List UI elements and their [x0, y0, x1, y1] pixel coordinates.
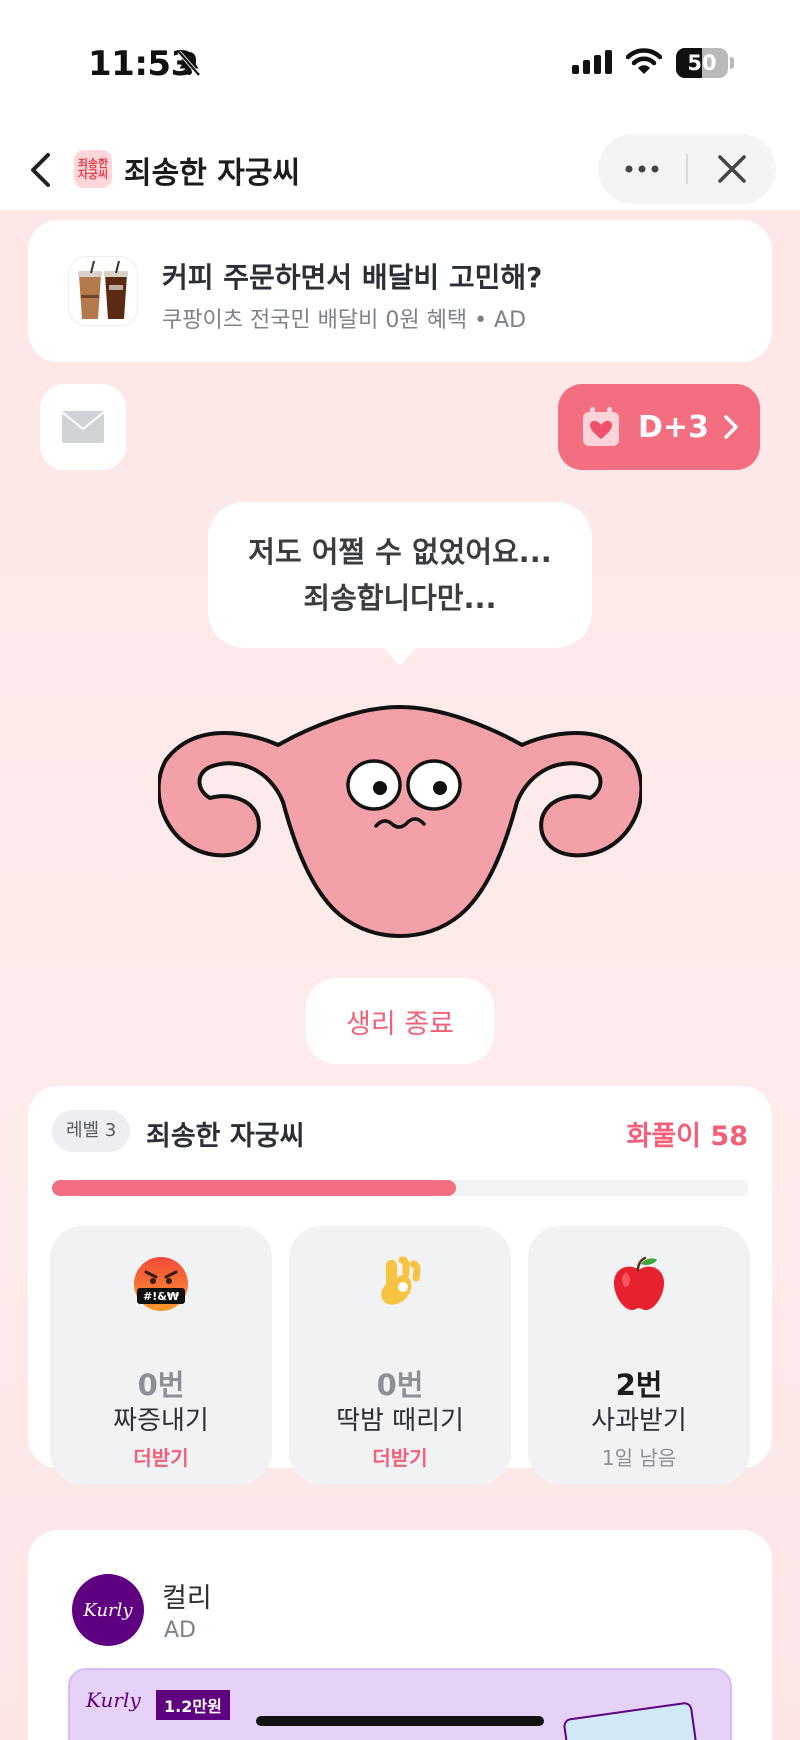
tile-name: 사과받기 [591, 1406, 687, 1436]
tile-name: 딱밤 때리기 [336, 1406, 464, 1436]
bell-muted-icon [174, 48, 204, 82]
back-button[interactable] [18, 148, 62, 192]
svg-text:#!&₩: #!&₩ [143, 1290, 179, 1303]
coffee-thumbnail [68, 256, 138, 326]
level-progress-track [52, 1180, 748, 1196]
tile-apology[interactable]: 2번 사과받기 1일 남음 [528, 1226, 750, 1484]
nav-bar: 죄송한 자궁씨 죄송한 자궁씨 [0, 130, 800, 210]
ad-subtitle: 쿠팡이츠 전국민 배달비 0원 혜택 • AD [162, 308, 527, 333]
level-badge: 레벨 3 [52, 1110, 131, 1152]
kurly-banner[interactable]: Kurly 1.2만원 [68, 1668, 732, 1740]
more-dots-icon [625, 165, 659, 173]
cellular-signal-icon [572, 50, 614, 78]
close-icon [718, 155, 746, 183]
chevron-left-icon [31, 153, 50, 187]
mail-button[interactable] [40, 384, 126, 470]
battery-percent: 50 [687, 51, 717, 75]
uterus-mascot[interactable] [158, 690, 642, 950]
end-period-button[interactable]: 생리 종료 [306, 978, 494, 1064]
speech-bubble: 저도 어쩔 수 없었어요... 죄송합니다만... [208, 502, 592, 648]
battery-indicator: 50 [676, 48, 728, 78]
envelope-icon [61, 411, 105, 443]
angry-face-icon: #!&₩ [134, 1257, 188, 1311]
tile-more-link[interactable]: 더받기 [289, 1442, 511, 1471]
page-title: 죄송한 자궁씨 [124, 156, 301, 191]
wifi-icon [625, 48, 663, 80]
level-progress-fill [52, 1180, 456, 1196]
advertiser-name: 컬리 [162, 1583, 212, 1614]
calendar-heart-icon [583, 407, 619, 446]
more-button[interactable] [598, 134, 686, 204]
coupang-ad-card[interactable]: 커피 주문하면서 배달비 고민해? 쿠팡이츠 전국민 배달비 0원 혜택 • A… [28, 220, 772, 362]
app-icon-text: 죄송한 자궁씨 [77, 157, 109, 181]
tile-remaining: 1일 남음 [601, 1446, 677, 1470]
tile-count: 0번 [137, 1368, 185, 1402]
ad-title: 커피 주문하면서 배달비 고민해? [162, 261, 543, 294]
banner-brand: Kurly [86, 1688, 141, 1712]
tile-count: 0번 [376, 1368, 424, 1402]
banner-price-tag: 1.2만원 [156, 1690, 230, 1720]
battery-tip [730, 57, 734, 69]
dday-label: D+3 [638, 409, 709, 445]
home-indicator[interactable] [256, 1716, 544, 1726]
ok-hand-icon [381, 1256, 421, 1305]
status-bar: 11:53 50 [0, 0, 800, 130]
tile-annoy[interactable]: #!&₩ 0번 짜증내기 더받기 [50, 1226, 272, 1484]
level-card: 레벨 3 죄송한 자궁씨 화풀이 58 #!&₩ 0번 짜증내기 더받기 0번 … [28, 1086, 772, 1484]
kurly-ad-card[interactable]: Kurly 컬리 AD Kurly 1.2만원 [28, 1530, 772, 1740]
banner-product-image [562, 1701, 700, 1740]
tile-flick[interactable]: 0번 딱밤 때리기 더받기 [289, 1226, 511, 1484]
mini-app-capsule [598, 134, 776, 204]
kurly-logo: Kurly [72, 1574, 144, 1646]
ad-label: AD [164, 1618, 196, 1643]
tile-more-link[interactable]: 더받기 [50, 1442, 272, 1471]
close-button[interactable] [688, 134, 776, 204]
tile-count: 2번 [615, 1368, 663, 1402]
tile-name: 짜증내기 [113, 1406, 209, 1436]
speech-line-2: 죄송합니다만... [303, 581, 497, 615]
level-score: 화풀이 58 [626, 1121, 749, 1152]
dday-button[interactable]: D+3 [558, 384, 760, 470]
app-icon: 죄송한 자궁씨 [74, 150, 112, 188]
apple-icon [613, 1256, 665, 1310]
speech-line-1: 저도 어쩔 수 없었어요... [248, 535, 552, 569]
main-content: 커피 주문하면서 배달비 고민해? 쿠팡이츠 전국민 배달비 0원 혜택 • A… [0, 210, 800, 1740]
level-name: 죄송한 자궁씨 [146, 1121, 305, 1152]
chevron-right-icon [724, 415, 738, 439]
speech-bubble-tail [382, 646, 418, 666]
